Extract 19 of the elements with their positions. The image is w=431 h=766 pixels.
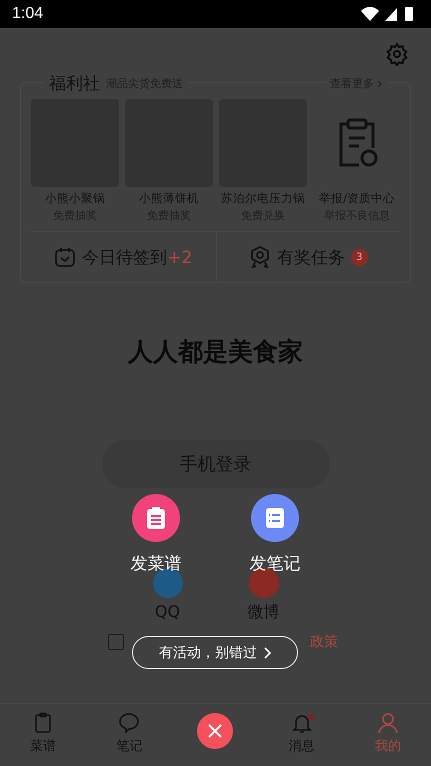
status-time: 1:04 <box>12 5 44 23</box>
calendar-icon <box>54 246 76 268</box>
count-badge: 3 <box>350 248 368 266</box>
chevron-right-icon <box>263 646 271 658</box>
agree-checkbox[interactable] <box>108 634 124 650</box>
close-button[interactable] <box>197 713 233 749</box>
publish-button[interactable]: 发笔记 <box>240 494 310 575</box>
settings-icon[interactable] <box>385 42 409 66</box>
publish-button[interactable]: 发菜谱 <box>121 494 191 575</box>
chat-bubble-icon <box>117 711 142 735</box>
policy-link[interactable]: 政策 <box>310 633 338 651</box>
clipboard-icon <box>145 506 167 530</box>
chevron-right-icon <box>376 80 384 88</box>
promo-button[interactable]: 有活动，别错过 <box>132 636 298 669</box>
person-icon <box>376 711 400 735</box>
nav-tab[interactable]: 我的 <box>344 704 431 762</box>
award-icon <box>248 246 271 268</box>
close-icon <box>207 723 223 739</box>
list-icon <box>264 506 286 530</box>
